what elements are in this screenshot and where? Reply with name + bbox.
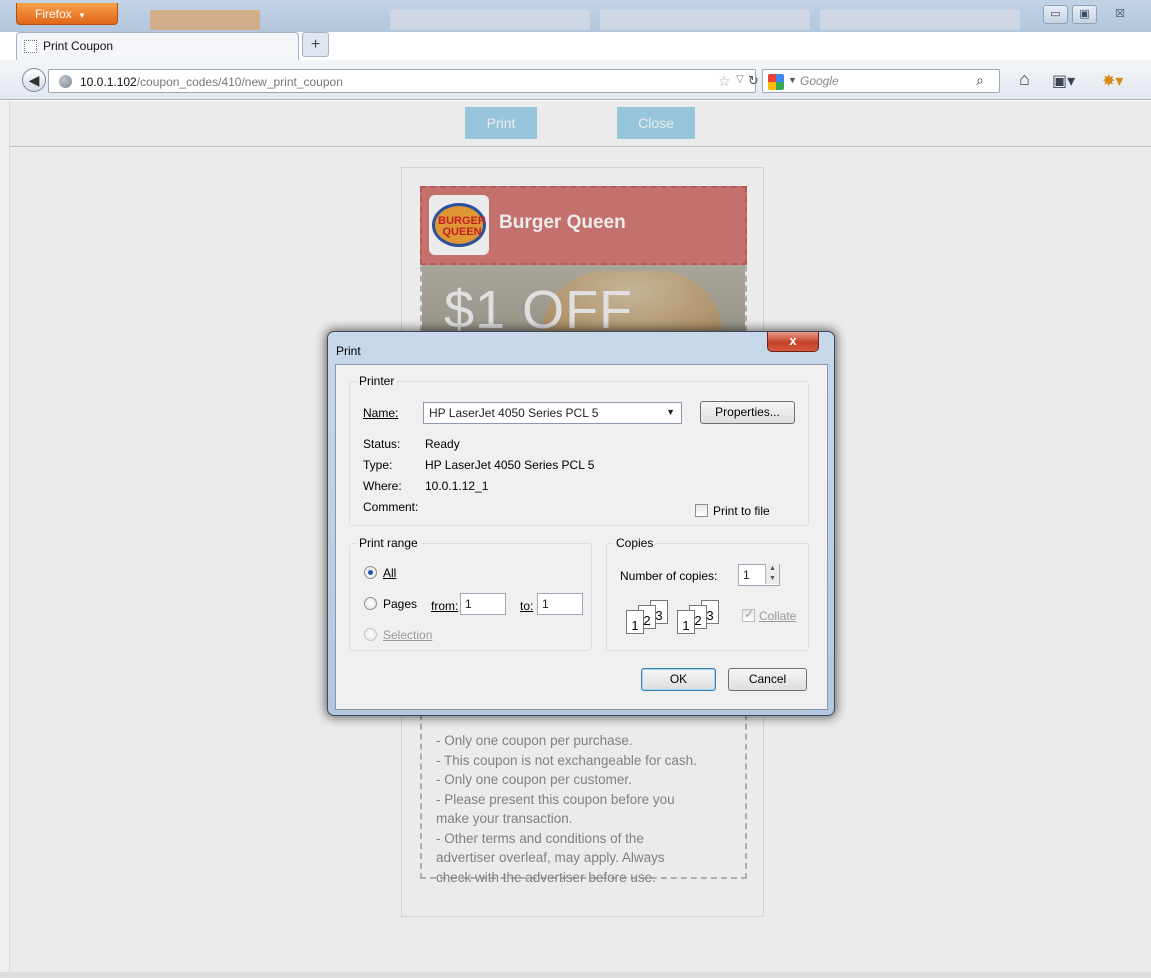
copies-label: Number of copies:	[620, 569, 718, 583]
printer-group-label: Printer	[356, 374, 398, 388]
range-pages-label[interactable]: Pages	[383, 597, 417, 611]
collate-pages-icon: 3 2 1	[624, 600, 670, 638]
spin-down-icon[interactable]: ▼	[766, 574, 779, 584]
print-to-file-checkbox[interactable]	[695, 504, 708, 517]
to-label: to:	[520, 599, 534, 613]
range-pages-radio[interactable]	[364, 597, 377, 610]
site-identity-icon[interactable]	[59, 75, 72, 88]
url-bar[interactable]: 10.0.1.102/coupon_codes/410/new_print_co…	[48, 69, 759, 93]
minimize-button[interactable]: ▭	[1043, 5, 1068, 24]
collate-label[interactable]: Collate	[759, 609, 796, 623]
collate-pages-icon: 3 2 1	[675, 600, 721, 638]
printer-name-select[interactable]: HP LaserJet 4050 Series PCL 5 ▼	[423, 402, 682, 424]
tab-strip: Print Coupon +	[0, 32, 1151, 60]
reload-icon[interactable]: ↻	[748, 73, 759, 89]
history-dropdown-icon[interactable]: ▽	[736, 74, 744, 85]
ok-button[interactable]: OK	[641, 668, 716, 691]
background-tab[interactable]	[150, 10, 260, 30]
chevron-down-icon[interactable]: ▼	[788, 75, 797, 85]
background-tab[interactable]	[600, 10, 810, 30]
cancel-button[interactable]: Cancel	[728, 668, 807, 691]
range-selection-label[interactable]: Selection	[383, 628, 432, 642]
navigation-bar: ◀ 10.0.1.102/coupon_codes/410/new_print_…	[0, 60, 1151, 100]
copies-spinner[interactable]: ▲ ▼	[765, 564, 779, 584]
magnifier-icon[interactable]: ⌕	[976, 72, 984, 89]
print-to-file-label[interactable]: Print to file	[713, 504, 770, 518]
left-edge-scrollbar[interactable]	[0, 101, 10, 978]
window-close-button[interactable]: ☒	[1101, 5, 1139, 24]
background-tab[interactable]	[820, 10, 1020, 30]
url-text: 10.0.1.102/coupon_codes/410/new_print_co…	[80, 75, 343, 89]
new-tab-button[interactable]: +	[302, 32, 329, 57]
from-label: from:	[431, 599, 459, 613]
type-label: Type:	[363, 458, 393, 472]
back-arrow-icon: ◀	[28, 72, 40, 88]
print-dialog: Print x Printer Name: HP LaserJet 4050 S…	[327, 331, 835, 716]
background-tab[interactable]	[390, 10, 590, 30]
page-sheet-1: 1	[626, 610, 644, 634]
back-button[interactable]: ◀	[22, 68, 46, 92]
firefox-menu-label: Firefox	[35, 7, 72, 21]
dialog-close-button[interactable]: x	[767, 332, 819, 352]
title-bar: Firefox ▼ ▭ ▣ ☒	[0, 0, 1151, 32]
comment-label: Comment:	[363, 500, 419, 514]
status-label: Status:	[363, 437, 401, 451]
to-page-input[interactable]: 1	[537, 593, 583, 615]
print-range-group-label: Print range	[356, 536, 421, 550]
properties-button[interactable]: Properties...	[700, 401, 795, 424]
chevron-down-icon: ▼	[666, 407, 675, 417]
range-all-label[interactable]: All	[383, 566, 396, 580]
copies-value: 1	[743, 568, 750, 582]
tab-print-coupon[interactable]: Print Coupon	[16, 32, 299, 60]
status-value: Ready	[425, 437, 460, 451]
tab-title: Print Coupon	[43, 39, 114, 53]
copies-group: Copies Number of copies: 1 ▲ ▼ 3 2 1 3 2…	[606, 536, 809, 651]
page-sheet-1: 1	[677, 610, 695, 634]
from-page-input[interactable]: 1	[460, 593, 506, 615]
where-label: Where:	[363, 479, 402, 493]
printer-group: Printer Name: HP LaserJet 4050 Series PC…	[349, 374, 809, 526]
print-range-group: Print range All Pages from: 1 to: 1 Sele…	[349, 536, 592, 651]
search-placeholder: Google	[800, 74, 839, 88]
search-bar[interactable]: ▼ Google ⌕	[762, 69, 1000, 93]
close-icon: x	[789, 333, 797, 348]
page-icon	[24, 40, 37, 53]
copies-group-label: Copies	[613, 536, 657, 550]
home-icon[interactable]: ⌂	[1019, 70, 1030, 88]
collate-checkbox[interactable]	[742, 607, 755, 622]
window-bottom-edge	[0, 972, 1151, 978]
dialog-title: Print	[336, 344, 361, 358]
firefox-menu-button[interactable]: Firefox ▼	[16, 3, 118, 25]
bookmarks-menu-icon[interactable]: ▣▾	[1052, 74, 1075, 90]
dialog-body: Printer Name: HP LaserJet 4050 Series PC…	[335, 364, 828, 710]
addon-icon[interactable]: ✸▾	[1102, 74, 1123, 90]
bookmark-star-icon[interactable]: ☆	[718, 73, 731, 90]
url-host: 10.0.1.102	[80, 75, 137, 89]
spin-up-icon[interactable]: ▲	[766, 564, 779, 574]
printer-name-value: HP LaserJet 4050 Series PCL 5	[429, 406, 599, 420]
range-selection-radio[interactable]	[364, 628, 377, 641]
google-search-icon[interactable]	[768, 74, 784, 90]
chevron-down-icon: ▼	[78, 11, 86, 20]
url-path: /coupon_codes/410/new_print_coupon	[136, 75, 343, 89]
name-label: Name:	[363, 406, 399, 420]
range-all-radio[interactable]	[364, 566, 377, 579]
where-value: 10.0.1.12_1	[425, 479, 489, 493]
background-tabs	[150, 2, 1020, 32]
maximize-button[interactable]: ▣	[1072, 5, 1097, 24]
type-value: HP LaserJet 4050 Series PCL 5	[425, 458, 595, 472]
